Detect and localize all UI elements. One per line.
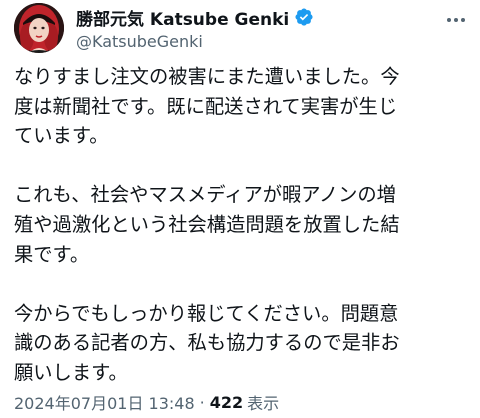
tweet-text: なりすまし注文の被害にまた遭いました。今 度は新聞社です。既に配送されて実害が生… <box>14 62 470 388</box>
more-options-icon <box>447 18 465 22</box>
author-display-name[interactable]: 勝部元気 Katsube Genki <box>76 5 289 30</box>
tweet-card: 勝部元気 Katsube Genki @KatsubeGenki なりすまし注文… <box>0 0 480 418</box>
views-label[interactable]: 表示 <box>247 390 279 414</box>
avatar-image <box>14 3 64 53</box>
meta-separator: · <box>199 392 205 412</box>
tweet-paragraph: 今からでもしっかり報じてください。問題意 識のある記者の方、私も協力するので是非… <box>14 301 400 384</box>
author-block: 勝部元気 Katsube Genki @KatsubeGenki <box>76 4 396 51</box>
author-handle[interactable]: @KatsubeGenki <box>76 32 396 51</box>
tweet-timestamp[interactable]: 2024年07月01日 13:48 <box>14 390 195 414</box>
more-options-button[interactable] <box>440 8 472 32</box>
tweet-paragraph: なりすまし注文の被害にまた遭いました。今 度は新聞社です。既に配送されて実害が生… <box>14 65 400 148</box>
author-name-row: 勝部元気 Katsube Genki <box>76 4 396 30</box>
views-count[interactable]: 422 <box>210 393 243 412</box>
avatar[interactable] <box>14 3 64 53</box>
verified-badge-icon <box>294 7 314 27</box>
tweet-meta: 2024年07月01日 13:48 · 422 表示 <box>14 390 279 414</box>
tweet-paragraph: これも、社会やマスメディアが暇アノンの増 殖や過激化という社会構造問題を放置した… <box>14 183 400 266</box>
